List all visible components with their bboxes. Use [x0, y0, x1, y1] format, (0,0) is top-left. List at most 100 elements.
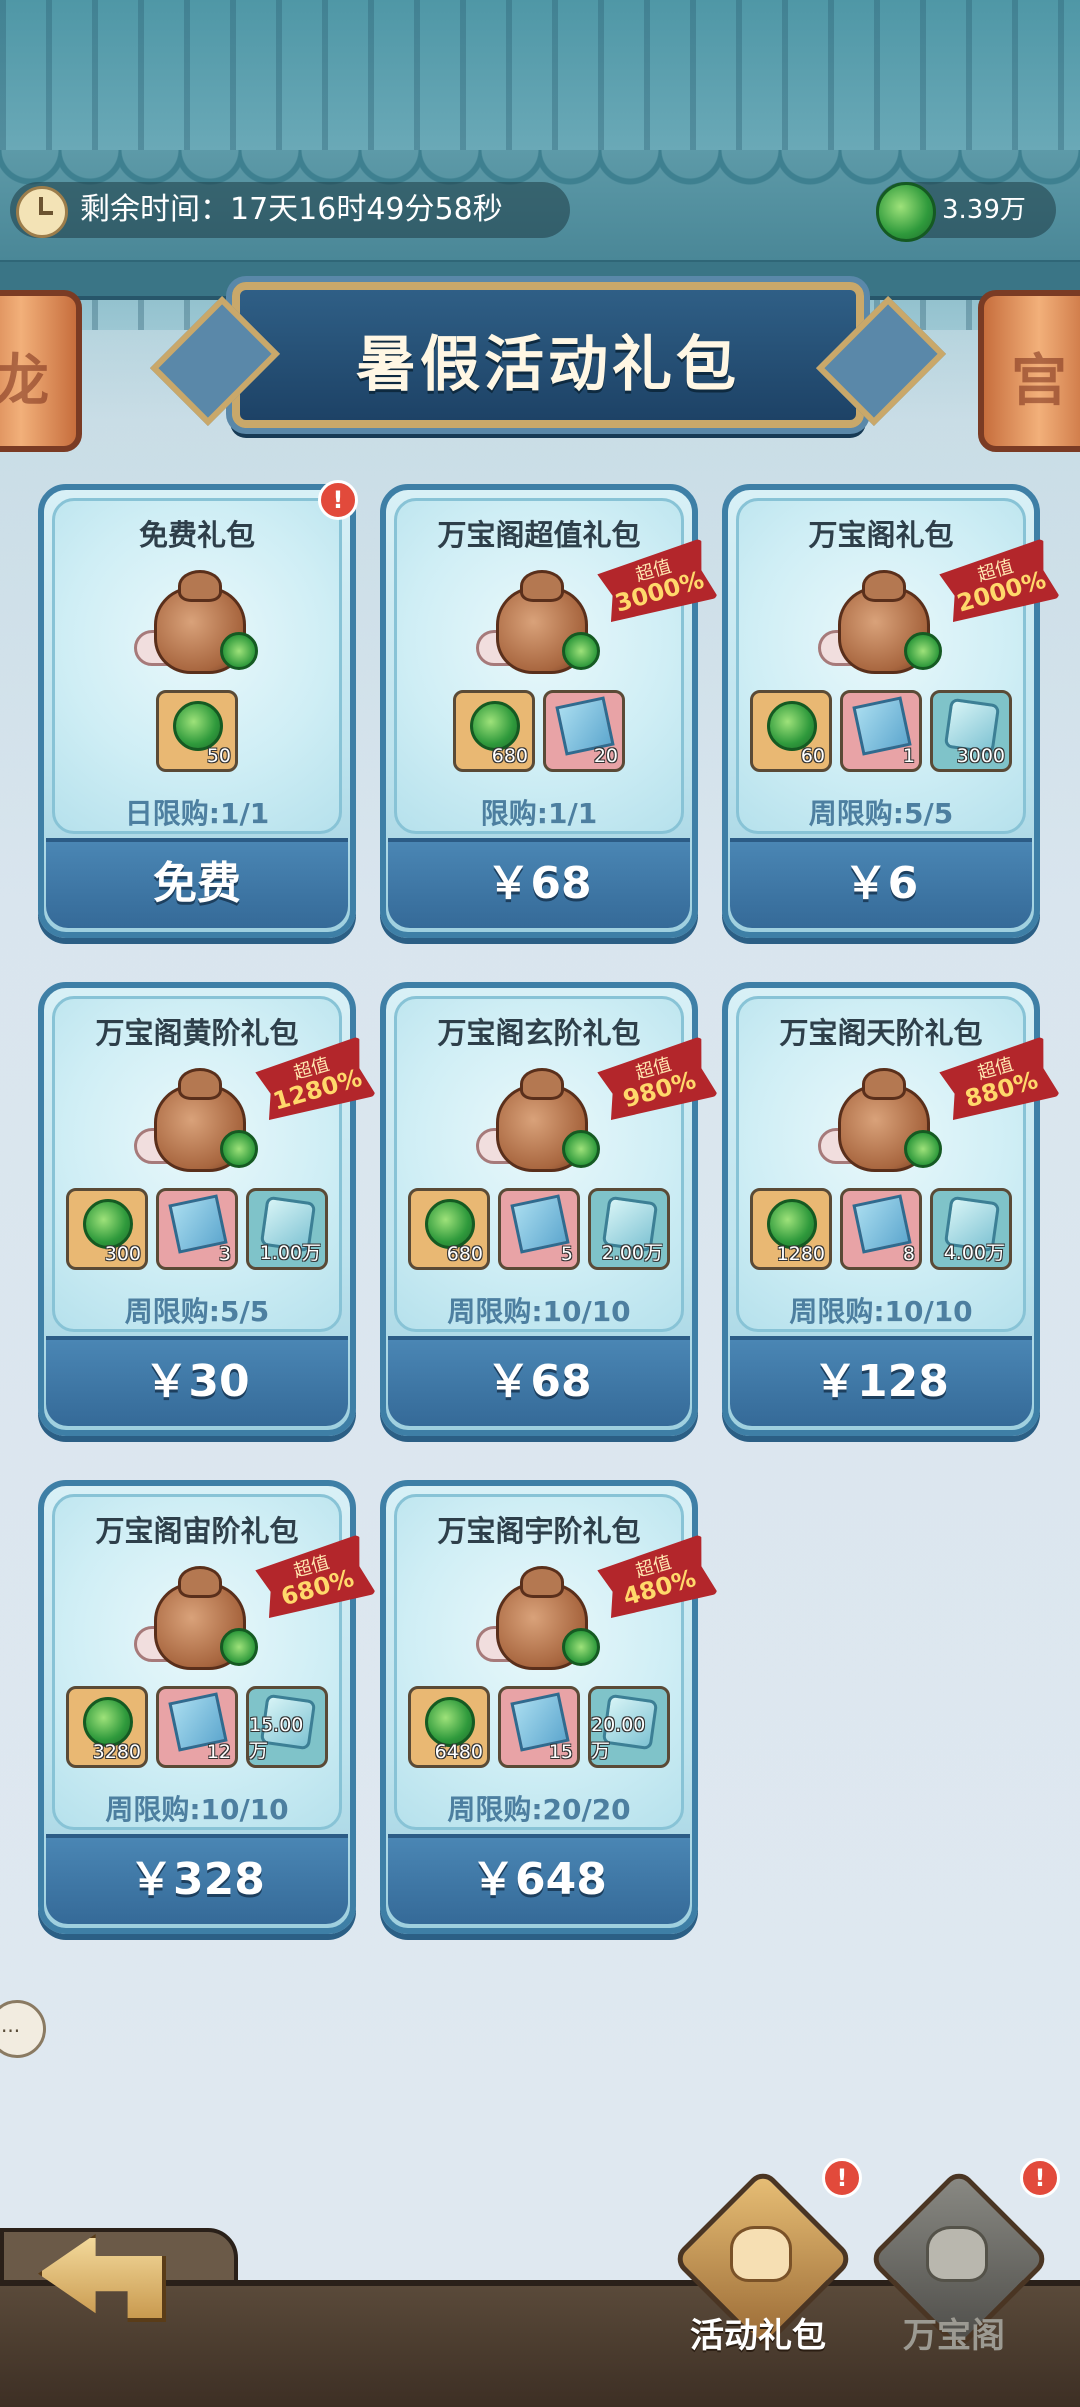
reward-item-jade[interactable]: 6480 — [408, 1686, 490, 1768]
price-label: ￥68 — [486, 1356, 592, 1407]
pack-name: 万宝阁礼包 — [808, 518, 954, 552]
reward-item-jade[interactable]: 680 — [453, 690, 535, 772]
pack-card[interactable]: 免费礼包 50 日限购:1/1 免费 — [38, 484, 356, 938]
jade-icon — [470, 701, 520, 751]
reward-item-scroll[interactable]: 8 — [840, 1188, 922, 1270]
reward-quantity: 60 — [800, 745, 825, 767]
alert-badge: ! — [822, 2158, 862, 2198]
pack-card[interactable]: 万宝阁宇阶礼包 超值 480% 6480 15 20.00万 周限购:20/20 ￥648 — [380, 1480, 698, 1934]
buy-button[interactable]: ￥68 — [388, 838, 690, 928]
pack-name: 万宝阁宙阶礼包 — [95, 1514, 299, 1548]
reward-item-jade[interactable]: 300 — [66, 1188, 148, 1270]
tab-treasure-pavilion[interactable]: 万宝阁 — [864, 2167, 1051, 2360]
reward-item-scroll[interactable]: 3 — [156, 1188, 238, 1270]
reward-items: 680 20 — [380, 690, 698, 772]
lantern-left-glyph: 龙 — [0, 349, 49, 414]
jade-currency[interactable]: 3.39万 — [876, 182, 1056, 242]
price-label: ￥128 — [813, 1356, 949, 1407]
jade-icon — [83, 1697, 133, 1747]
purchase-limit: 周限购:10/10 — [447, 1295, 631, 1328]
reward-item-scroll[interactable]: 15 — [498, 1686, 580, 1768]
lantern-right: 宫 — [978, 290, 1080, 452]
gift-bag-icon — [476, 1064, 602, 1174]
buy-button[interactable]: ￥6 — [730, 838, 1032, 928]
buy-button[interactable]: ￥328 — [46, 1834, 348, 1924]
jade-icon — [83, 1199, 133, 1249]
currency-amount: 3.39万 — [942, 195, 1026, 225]
tab-activity-packs[interactable]: 活动礼包 — [668, 2167, 855, 2360]
jade-icon — [425, 1199, 475, 1249]
buy-button[interactable]: ￥648 — [388, 1834, 690, 1924]
reward-quantity: 15.00万 — [249, 1714, 304, 1762]
reward-item-scroll[interactable]: 20 — [543, 690, 625, 772]
reward-item-jade[interactable]: 1280 — [750, 1188, 832, 1270]
back-arrow-icon — [38, 2234, 166, 2322]
alert-badge: ! — [1020, 2158, 1060, 2198]
page-title: 暑假活动礼包 — [356, 330, 740, 400]
reward-quantity: 1 — [902, 745, 915, 767]
pack-card[interactable]: 万宝阁宙阶礼包 超值 680% 3280 12 15.00万 周限购:10/10 ￥328 — [38, 1480, 356, 1934]
clock-icon — [16, 186, 68, 238]
reward-quantity: 12 — [206, 1741, 231, 1763]
reward-item-crystal[interactable]: 4.00万 — [930, 1188, 1012, 1270]
pack-card[interactable]: 万宝阁黄阶礼包 超值 1280% 300 3 1.00万 周限购:5/5 ￥30 — [38, 982, 356, 1436]
title-banner: 暑假活动礼包 — [232, 282, 864, 428]
reward-quantity: 680 — [446, 1243, 483, 1265]
buy-button[interactable]: 免费 — [46, 838, 348, 928]
reward-items: 680 5 2.00万 — [380, 1188, 698, 1270]
reward-item-jade[interactable]: 60 — [750, 690, 832, 772]
reward-quantity: 680 — [491, 745, 528, 767]
reward-item-scroll[interactable]: 1 — [840, 690, 922, 772]
purchase-limit: 周限购:10/10 — [105, 1793, 289, 1826]
reward-item-crystal[interactable]: 3000 — [930, 690, 1012, 772]
reward-item-jade[interactable]: 50 — [156, 690, 238, 772]
reward-item-crystal[interactable]: 2.00万 — [588, 1188, 670, 1270]
reward-quantity: 15 — [548, 1741, 573, 1763]
reward-items: 3280 12 15.00万 — [38, 1686, 356, 1768]
reward-quantity: 3000 — [956, 745, 1005, 767]
jade-icon — [876, 182, 936, 242]
reward-quantity: 20.00万 — [591, 1714, 646, 1762]
buy-button[interactable]: ￥128 — [730, 1336, 1032, 1426]
tab-label: 万宝阁 — [903, 2316, 1005, 2356]
pack-card[interactable]: 万宝阁玄阶礼包 超值 980% 680 5 2.00万 周限购:10/10 ￥68 — [380, 982, 698, 1436]
price-label: ￥68 — [486, 858, 592, 909]
pack-card[interactable]: 万宝阁礼包 超值 2000% 60 1 3000 周限购:5/5 ￥6 — [722, 484, 1040, 938]
reward-item-scroll[interactable]: 12 — [156, 1686, 238, 1768]
pack-card[interactable]: 万宝阁超值礼包 超值 3000% 680 20 限购:1/1 ￥68 — [380, 484, 698, 938]
gift-bag-icon — [476, 566, 602, 676]
reward-items: 60 1 3000 — [722, 690, 1040, 772]
pack-card[interactable]: 万宝阁天阶礼包 超值 880% 1280 8 4.00万 周限购:10/10 ￥128 — [722, 982, 1040, 1436]
buy-button[interactable]: ￥68 — [388, 1336, 690, 1426]
reward-item-crystal[interactable]: 1.00万 — [246, 1188, 328, 1270]
chat-icon: ... — [1, 2013, 21, 2037]
reward-quantity: 2.00万 — [601, 1242, 663, 1264]
reward-quantity: 3 — [218, 1243, 231, 1265]
reward-quantity: 8 — [902, 1243, 915, 1265]
reward-item-scroll[interactable]: 5 — [498, 1188, 580, 1270]
reward-quantity: 6480 — [434, 1741, 483, 1763]
back-button[interactable] — [38, 2214, 170, 2332]
reward-quantity: 1.00万 — [259, 1242, 321, 1264]
reward-items: 50 — [38, 690, 356, 772]
event-timer: 剩余时间：17天16时49分58秒 — [10, 182, 570, 238]
buy-button[interactable]: ￥30 — [46, 1336, 348, 1426]
pack-name: 万宝阁超值礼包 — [437, 518, 641, 552]
chat-button[interactable]: ... — [0, 2000, 46, 2058]
reward-item-jade[interactable]: 3280 — [66, 1686, 148, 1768]
price-label: ￥30 — [144, 1356, 250, 1407]
gift-bag-icon — [134, 566, 260, 676]
gift-bag-icon — [134, 1562, 260, 1672]
purchase-limit: 周限购:10/10 — [789, 1295, 973, 1328]
pack-name: 万宝阁玄阶礼包 — [437, 1016, 641, 1050]
reward-quantity: 300 — [104, 1243, 141, 1265]
jade-icon — [173, 701, 223, 751]
reward-item-crystal[interactable]: 20.00万 — [588, 1686, 670, 1768]
reward-item-crystal[interactable]: 15.00万 — [246, 1686, 328, 1768]
jade-icon — [767, 701, 817, 751]
reward-quantity: 1280 — [776, 1243, 825, 1265]
reward-items: 1280 8 4.00万 — [722, 1188, 1040, 1270]
reward-item-jade[interactable]: 680 — [408, 1188, 490, 1270]
price-label: 免费 — [153, 858, 241, 909]
reward-items: 6480 15 20.00万 — [380, 1686, 698, 1768]
